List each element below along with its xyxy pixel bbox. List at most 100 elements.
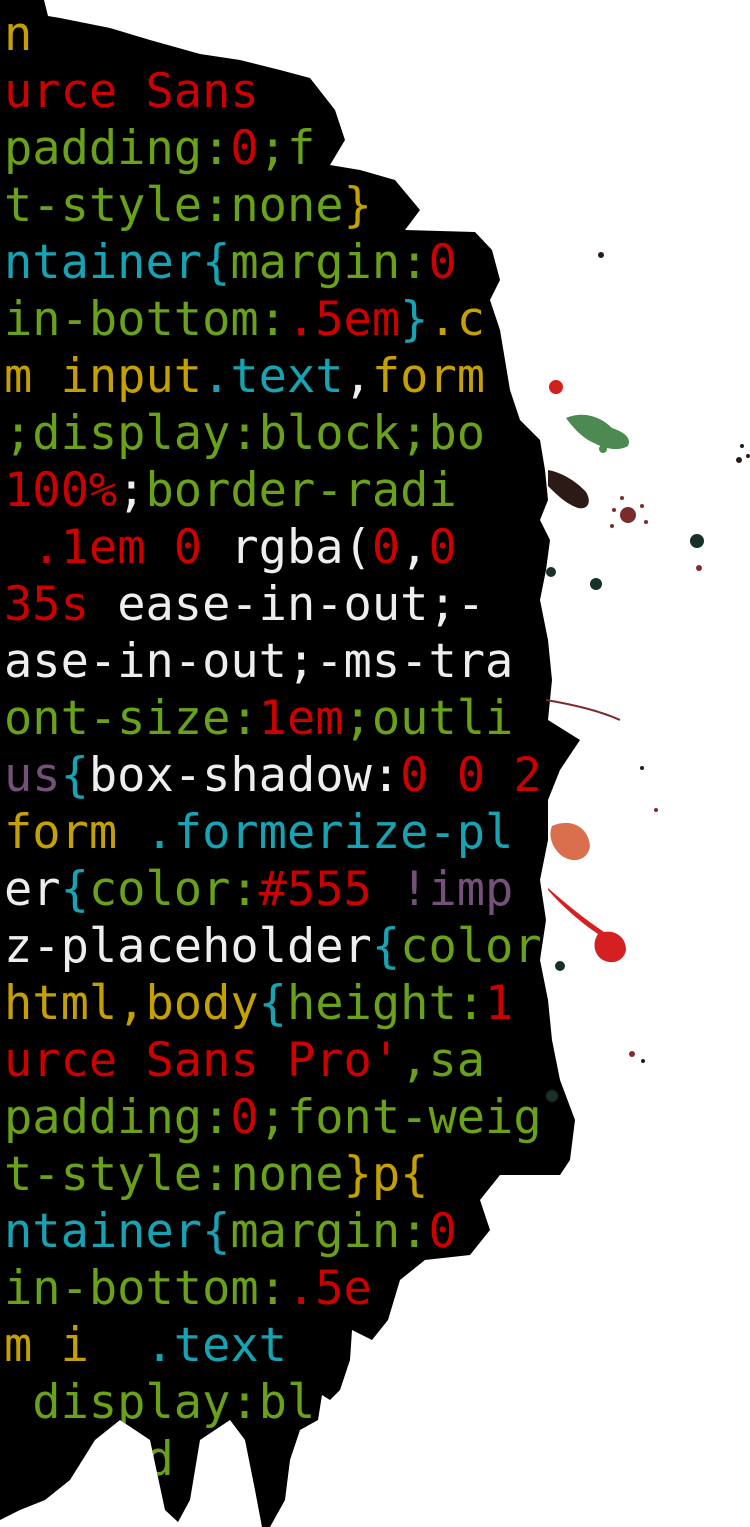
code-token: :: [258, 1261, 287, 1316]
code-token: er: [4, 862, 61, 917]
code-token: m i: [4, 1318, 89, 1373]
code-line: 35s ease-in-out;-: [4, 576, 604, 633]
code-token: color: [88, 862, 231, 917]
code-token: .5em: [286, 292, 401, 347]
code-line: .1em 0 rgba(0,0: [4, 519, 604, 576]
code-token: none: [230, 1147, 344, 1202]
code-token: :: [258, 292, 287, 347]
code-token: in-bottom: [4, 1261, 259, 1316]
code-line: urce Sans Pro',sa: [4, 1032, 604, 1089]
code-token: ease-in-out;-: [117, 577, 486, 632]
code-token: ;: [400, 406, 429, 461]
code-token: {: [202, 1204, 231, 1259]
code-line: us{box-shadow:0 0 2: [4, 747, 604, 804]
code-token: margin: [230, 235, 401, 290]
code-line: html,body{height:1: [4, 975, 604, 1032]
code-token: :: [456, 976, 486, 1031]
code-token: :: [400, 235, 429, 290]
code-line: ase-in-out;-ms-tra: [4, 633, 604, 690]
code-token: ;: [343, 691, 372, 746]
code-token: ase-in-out;-ms-tra: [4, 634, 514, 689]
code-token: us: [4, 748, 61, 803]
code-token: 100%: [4, 463, 118, 518]
code-token: }: [343, 1147, 372, 1202]
code-token: :: [230, 862, 259, 917]
code-token: !imp: [400, 862, 514, 917]
code-token: padding: [4, 1090, 203, 1145]
code-token: .5e: [286, 1261, 372, 1316]
code-token: ;: [117, 463, 146, 518]
code-token: m input: [4, 349, 203, 404]
code-line: padding:0;font-weig: [4, 1089, 604, 1146]
code-token: :: [400, 1204, 429, 1259]
code-token: 0: [428, 235, 457, 290]
code-token: 35s: [4, 577, 118, 632]
code-token: 0: [230, 121, 259, 176]
code-token: .c: [428, 292, 486, 347]
code-token: 1em: [258, 691, 344, 746]
code-token: {: [202, 235, 231, 290]
code-token: border-radi: [145, 463, 457, 518]
code-token: display:: [32, 1375, 259, 1430]
code-line: form .formerize-pl: [4, 804, 604, 861]
code-token: {: [258, 976, 287, 1031]
code-line: ;display:block;bo: [4, 405, 604, 462]
code-line: ont-size:1em;outli: [4, 690, 604, 747]
code-token: f: [286, 121, 316, 176]
code-token: ;: [258, 121, 287, 176]
code-token: ,sa: [400, 1033, 486, 1088]
code-token: block: [258, 406, 401, 461]
code-token: form: [371, 349, 486, 404]
code-token: padding: [4, 121, 203, 176]
code-token: ntainer: [4, 235, 203, 290]
code-token: 0 0 2: [400, 748, 542, 803]
code-token: box-shadow:: [88, 748, 401, 803]
code-token: ,: [343, 349, 372, 404]
code-token: bo: [428, 406, 486, 461]
code-token: ;font-weig: [258, 1090, 542, 1145]
code-token: height: [286, 976, 457, 1031]
code-token: :: [202, 178, 231, 233]
code-token: {: [60, 862, 89, 917]
code-token: n: [4, 7, 33, 62]
code-token: :: [202, 121, 231, 176]
code-line: er{color:#555 !imp: [4, 861, 604, 918]
code-token: ntainer: [4, 1204, 203, 1259]
code-token: z-placeholder: [4, 919, 372, 974]
code-token: 0: [371, 520, 401, 575]
code-token: .text: [202, 349, 344, 404]
code-token: in-bottom: [4, 292, 259, 347]
code-token: :: [230, 406, 259, 461]
code-line: 100%;border-radi: [4, 462, 604, 519]
code-token: urce Sans Pro': [4, 1033, 401, 1088]
code-token: outli: [371, 691, 514, 746]
code-token: t-style: [4, 1147, 203, 1202]
ink-splash-artwork: n urce Sans padding:0;f t-style:none} ntaine…: [0, 0, 750, 1527]
code-token: :: [202, 1147, 231, 1202]
code-token: 0: [428, 520, 457, 575]
code-token: #555: [258, 862, 401, 917]
code-token: bl: [258, 1375, 316, 1430]
code-token: form: [4, 805, 146, 860]
code-token: :: [230, 691, 259, 746]
code-line: z-placeholder{color: [4, 918, 604, 975]
code-token: .text: [145, 1318, 287, 1373]
code-token: html,body: [4, 976, 259, 1031]
code-token: 0: [230, 1090, 259, 1145]
code-token: {: [60, 748, 89, 803]
code-token: }: [400, 292, 429, 347]
code-token: t-style: [4, 178, 203, 233]
code-token: none: [230, 178, 344, 233]
code-token: rgba(: [230, 520, 372, 575]
code-token: margin: [230, 1204, 401, 1259]
code-token: ;display: [4, 406, 231, 461]
code-token: 0: [428, 1204, 457, 1259]
code-token: {: [371, 919, 401, 974]
code-token: ,: [400, 520, 429, 575]
code-token: 1: [485, 976, 514, 1031]
code-token: .formerize-pl: [145, 805, 514, 860]
code-token: p{: [371, 1147, 429, 1202]
code-token: urce Sans: [4, 64, 259, 119]
code-token: :: [202, 1090, 231, 1145]
